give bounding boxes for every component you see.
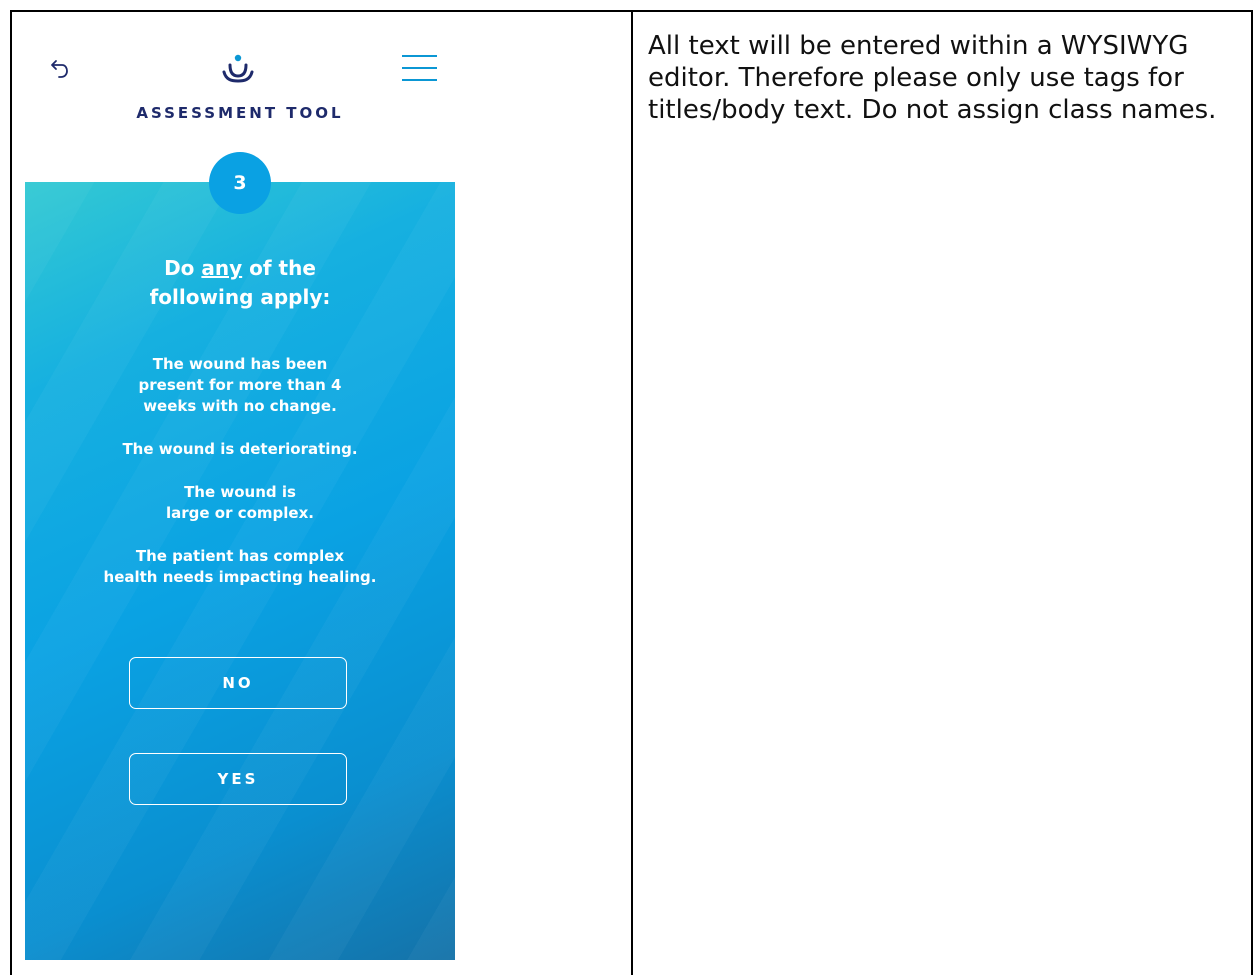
question-panel: Do any of the following apply: The wound… <box>25 182 455 960</box>
condition-item: The wound is deteriorating. <box>122 440 358 458</box>
question-line-2: following apply: <box>149 285 331 309</box>
app-title: ASSESSMENT TOOL <box>136 104 344 122</box>
back-arrow-icon[interactable] <box>47 57 71 81</box>
hamburger-menu-icon[interactable] <box>402 55 437 81</box>
question-emphasis: any <box>201 256 243 280</box>
question-prefix: Do <box>164 256 202 280</box>
logo-icon[interactable] <box>220 52 256 84</box>
question-heading: Do any of the following apply: <box>25 254 455 312</box>
question-suffix: of the <box>242 256 316 280</box>
yes-button[interactable]: YES <box>129 753 347 805</box>
conditions-list: The wound has been present for more than… <box>25 354 455 610</box>
condition-item: The wound is large or complex. <box>166 483 314 522</box>
condition-item: The patient has complex health needs imp… <box>103 547 377 586</box>
condition-item: The wound has been present for more than… <box>138 355 342 415</box>
phone-mockup: ASSESSMENT TOOL 3 Do any of the followin… <box>25 12 455 960</box>
no-button[interactable]: NO <box>129 657 347 709</box>
step-number-badge: 3 <box>209 152 271 214</box>
editor-note: All text will be entered within a WYSIWY… <box>648 31 1217 125</box>
column-divider <box>631 10 633 975</box>
